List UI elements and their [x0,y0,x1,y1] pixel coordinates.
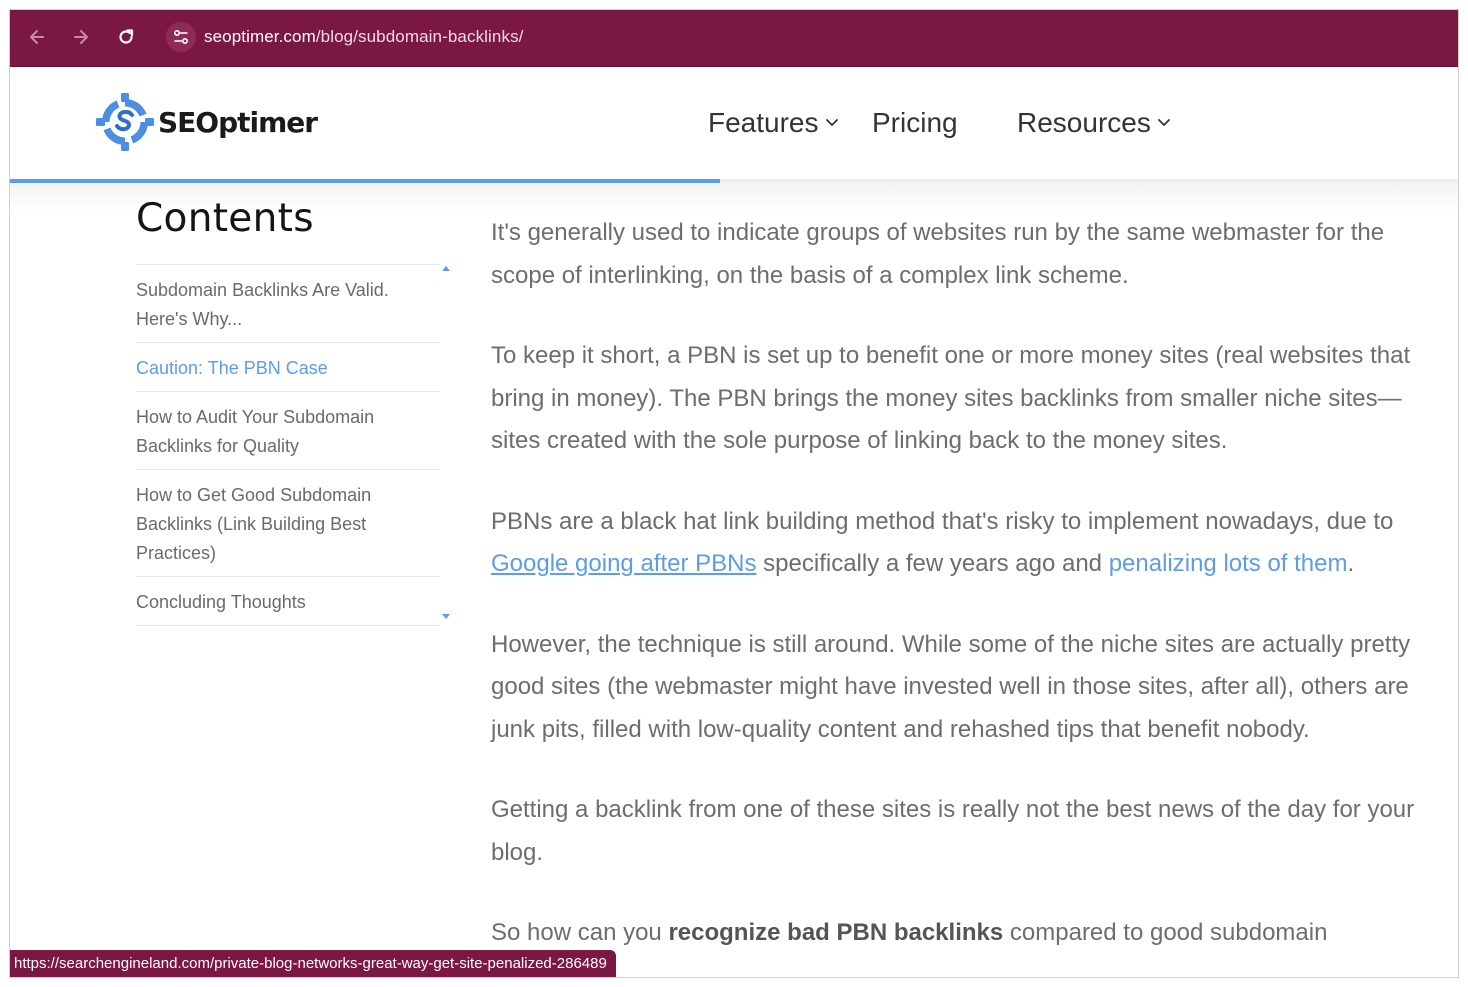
status-bar-url: https://searchengineland.com/private-blo… [10,950,616,977]
arrow-left-icon [30,30,44,44]
nav-pricing-label: Pricing [872,107,958,138]
back-button[interactable] [22,22,52,52]
text-span: . [1347,550,1355,577]
nav-pricing[interactable]: Pricing [872,107,958,139]
article-paragraph: To keep it short, a PBN is set up to ben… [491,342,1411,454]
text-span: PBNs are a black hat link building metho… [491,507,1394,535]
text-span: So how can you [491,919,669,946]
browser-window: seoptimer.com/blog/subdomain-backlinks/ … [9,9,1459,978]
address-bar[interactable]: seoptimer.com/blog/subdomain-backlinks/ [160,18,1450,56]
url-domain: seoptimer.com [204,27,316,46]
browser-toolbar: seoptimer.com/blog/subdomain-backlinks/ [10,10,1458,67]
toc-item-concluding[interactable]: Concluding Thoughts [136,577,440,626]
tune-icon [173,29,189,45]
url-path: /blog/subdomain-backlinks/ [315,27,524,46]
site-header: SEOptimer Features Pricing Resources [10,67,1458,180]
reload-button[interactable] [111,22,141,52]
nav-resources-label: Resources [1017,107,1151,138]
toc-list[interactable]: Subdomain Backlinks Are Valid. Here's Wh… [136,264,440,626]
nav-resources[interactable]: Resources [1017,107,1171,139]
table-of-contents: Contents Subdomain Backlinks Are Valid. … [136,196,440,626]
text-span: specifically a few years ago and [756,550,1109,577]
chevron-down-icon [825,119,838,127]
link-google-going-after-pbns[interactable]: Google going after PBNs [491,550,757,577]
reload-icon [119,29,134,44]
toc-item-valid[interactable]: Subdomain Backlinks Are Valid. Here's Wh… [136,265,440,343]
toc-item-best-practices[interactable]: How to Get Good Subdomain Backlinks (Lin… [136,470,440,577]
site-info-button[interactable] [166,22,196,52]
article-body: It's generally used to indicate groups o… [491,212,1441,977]
seoptimer-logo-icon [96,93,154,151]
toc-item-audit[interactable]: How to Audit Your Subdomain Backlinks fo… [136,392,440,470]
logo[interactable]: SEOptimer [96,93,318,151]
article-paragraph: However, the technique is still around. … [491,630,1411,743]
article-paragraph: It's generally used to indicate groups o… [491,219,1385,289]
toc-title: Contents [136,196,314,241]
nav-features-label: Features [708,107,819,138]
article-paragraph: So how can you recognize bad PBN backlin… [491,912,1441,955]
article-paragraph: PBNs are a black hat link building metho… [491,501,1441,586]
text-span: compared to good subdomain [1003,919,1328,946]
article-paragraph: Getting a backlink from one of these sit… [491,796,1415,866]
chevron-down-icon [1157,119,1170,127]
bold-text: recognize bad PBN backlinks [668,919,1004,946]
url-text[interactable]: seoptimer.com/blog/subdomain-backlinks/ [204,27,524,47]
toc-scroll-down-icon[interactable] [442,614,450,620]
toc-item-pbn-case[interactable]: Caution: The PBN Case [136,343,440,392]
arrow-right-icon [74,30,88,44]
toc-scroll-up-icon[interactable] [442,265,450,271]
nav-features[interactable]: Features [708,107,839,139]
logo-text: SEOptimer [158,105,318,139]
link-penalizing-lots-of-them[interactable]: penalizing lots of them [1109,550,1348,577]
forward-button[interactable] [66,22,96,52]
